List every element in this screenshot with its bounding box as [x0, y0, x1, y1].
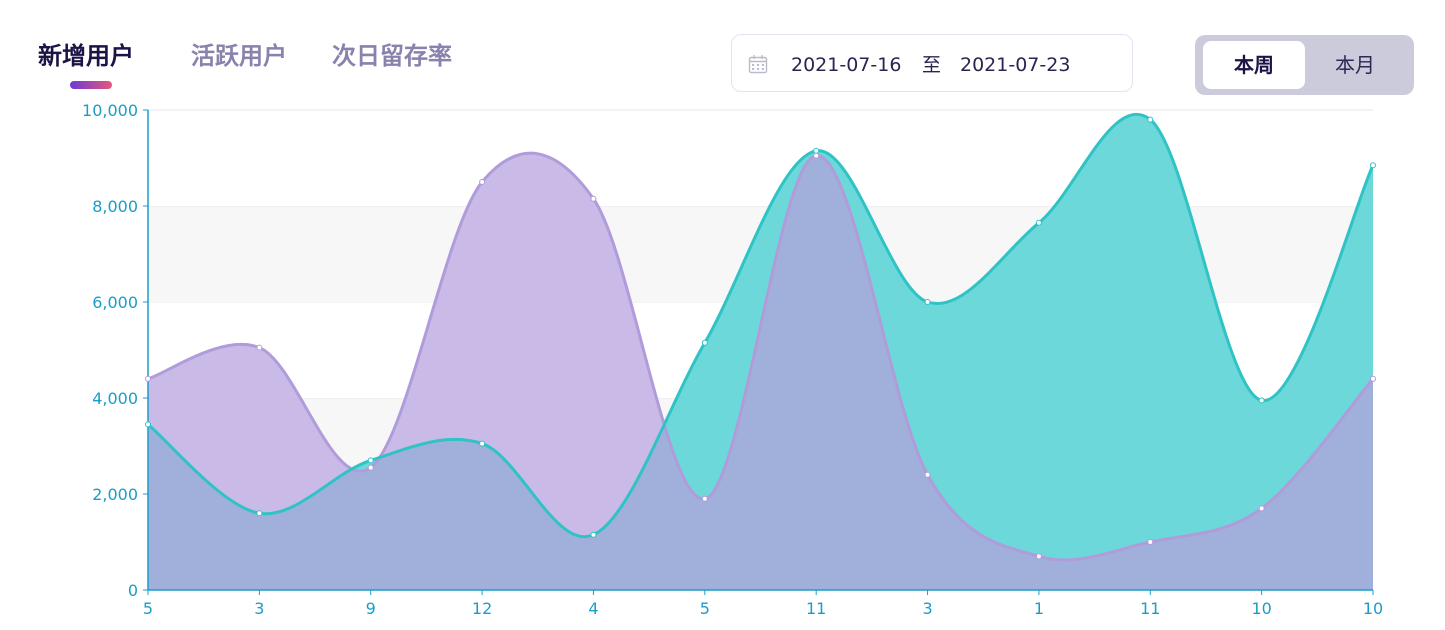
x-tick-label: 11	[1140, 599, 1160, 618]
series-2-point	[701, 339, 708, 346]
series-2-point	[367, 457, 374, 464]
y-tick-label: 4,000	[92, 389, 138, 408]
series-1-point	[367, 464, 374, 471]
x-tick-label: 5	[700, 599, 710, 618]
series-2-point	[1035, 219, 1042, 226]
x-tick-label: 10	[1363, 599, 1383, 618]
series-2-point	[256, 510, 263, 517]
x-tick-label: 11	[806, 599, 826, 618]
series-1-point	[479, 179, 486, 185]
series-1-point	[590, 195, 597, 202]
grid-band	[148, 110, 1373, 206]
x-tick-label: 5	[143, 599, 153, 618]
y-tick-label: 8,000	[92, 197, 138, 216]
x-tick-label: 4	[588, 599, 598, 618]
y-tick-label: 2,000	[92, 485, 138, 504]
y-tick-label: 10,000	[82, 101, 138, 120]
series-2-point	[1370, 162, 1376, 169]
series-2-point	[924, 299, 931, 305]
series-1-point	[1370, 375, 1376, 382]
series-2-point	[590, 531, 597, 538]
x-tick-label: 9	[366, 599, 376, 618]
area-chart: 02,0004,0006,0008,00010,0005 3 9 12 4 5 11 3 1 11…	[82, 101, 1383, 618]
x-tick-label: 3	[254, 599, 264, 618]
series-1-point	[701, 495, 708, 502]
series-2-point	[1147, 116, 1154, 123]
series-1-point	[256, 344, 263, 351]
x-tick-label: 1	[1034, 599, 1044, 618]
series-2-point	[813, 147, 820, 154]
y-tick-label: 0	[128, 581, 138, 600]
series-1-point	[924, 471, 931, 478]
series-1-point	[813, 152, 820, 159]
x-tick-label: 3	[922, 599, 932, 618]
series-1-point	[1035, 553, 1042, 560]
series-2-point	[1258, 397, 1265, 404]
x-tick-label: 12	[472, 599, 492, 618]
series-2-point	[145, 421, 151, 428]
series-1-point	[145, 375, 151, 382]
series-1-point	[1258, 505, 1265, 512]
series-1-point	[1147, 539, 1154, 545]
x-tick-label: 10	[1251, 599, 1271, 618]
y-tick-label: 6,000	[92, 293, 138, 312]
series-2-point	[479, 440, 486, 447]
